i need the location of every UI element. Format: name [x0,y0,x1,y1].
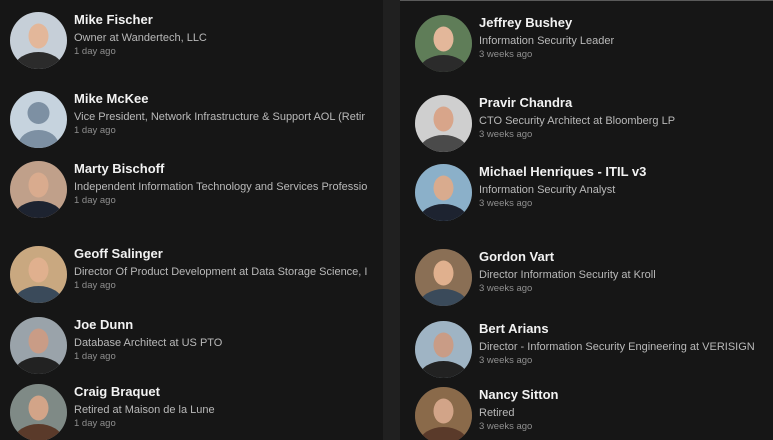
right-people-list: Jeffrey Bushey Information Security Leade… [400,0,773,440]
activity-timestamp: 1 day ago [74,280,116,291]
avatar[interactable] [10,246,67,303]
activity-timestamp: 1 day ago [74,418,116,429]
person-headline: Information Security Analyst [479,184,616,196]
person-info: Bert Arians Director - Information Securi… [479,321,773,367]
default-avatar-icon[interactable] [10,91,67,148]
avatar[interactable] [415,15,472,72]
person-headline: Owner at Wandertech, LLC [74,32,207,44]
person-headline: Retired at Maison de la Lune [74,404,215,416]
person-list-item[interactable]: Bert Arians Director - Information Securi… [400,321,773,391]
person-name[interactable]: Jeffrey Bushey [479,15,773,31]
activity-timestamp: 3 weeks ago [479,129,533,140]
avatar[interactable] [10,12,67,69]
person-headline: Director - Information Security Engineer… [479,341,755,353]
person-info: Jeffrey Bushey Information Security Leade… [479,15,773,61]
person-headline: CTO Security Architect at Bloomberg LP [479,115,676,127]
activity-timestamp: 1 day ago [74,195,116,206]
avatar[interactable] [415,164,472,221]
avatar[interactable] [415,95,472,152]
person-name[interactable]: Pravir Chandra [479,95,773,111]
person-headline: Database Architect at US PTO [74,337,223,349]
person-headline: Director Information Security at Kroll [479,269,656,281]
person-name[interactable]: Gordon Vart [479,249,773,265]
person-name[interactable]: Joe Dunn [74,317,383,333]
person-name[interactable]: Mike McKee [74,91,383,107]
person-list-item[interactable]: Gordon Vart Director Information Security… [400,249,773,319]
person-list-item[interactable]: Mike McKee Vice President, Network Infras… [0,91,383,161]
activity-timestamp: 1 day ago [74,46,116,57]
avatar[interactable] [415,387,472,440]
person-headline: Independent Information Technology and S… [74,181,368,193]
avatar[interactable] [415,249,472,306]
activity-timestamp: 3 weeks ago [479,355,533,366]
person-list-item[interactable]: Craig Braquet Retired at Maison de la Lun… [0,384,383,440]
person-info: Marty Bischoff Independent Information Te… [74,161,383,207]
person-name[interactable]: Michael Henriques - ITIL v3 [479,164,773,180]
person-info: Geoff Salinger Director Of Product Develo… [74,246,383,292]
person-list-item[interactable]: Nancy Sitton Retired 3 weeks ago [400,387,773,440]
person-list-item[interactable]: Mike Fischer Owner at Wandertech, LLC 1 da… [0,12,383,82]
person-info: Mike McKee Vice President, Network Infras… [74,91,383,137]
person-name[interactable]: Marty Bischoff [74,161,383,177]
activity-timestamp: 3 weeks ago [479,283,533,294]
avatar[interactable] [415,321,472,378]
person-headline: Information Security Leader [479,35,615,47]
column-divider [383,0,400,440]
person-list-item[interactable]: Michael Henriques - ITIL v3 Information S… [400,164,773,234]
person-name[interactable]: Bert Arians [479,321,773,337]
activity-timestamp: 3 weeks ago [479,49,533,60]
avatar[interactable] [10,161,67,218]
activity-timestamp: 3 weeks ago [479,421,533,432]
person-list-item[interactable]: Jeffrey Bushey Information Security Leade… [400,15,773,85]
person-info: Michael Henriques - ITIL v3 Information S… [479,164,773,210]
person-info: Joe Dunn Database Architect at US PTO 1 da… [74,317,383,363]
avatar[interactable] [10,384,67,440]
person-info: Mike Fischer Owner at Wandertech, LLC 1 da… [74,12,383,58]
person-list-item[interactable]: Joe Dunn Database Architect at US PTO 1 da… [0,317,383,387]
person-headline: Retired [479,407,515,419]
avatar[interactable] [10,317,67,374]
person-name[interactable]: Nancy Sitton [479,387,773,403]
person-info: Nancy Sitton Retired 3 weeks ago [479,387,773,433]
person-headline: Director Of Product Development at Data … [74,266,368,278]
person-name[interactable]: Geoff Salinger [74,246,383,262]
person-info: Craig Braquet Retired at Maison de la Lun… [74,384,383,430]
person-name[interactable]: Craig Braquet [74,384,383,400]
person-list-item[interactable]: Geoff Salinger Director Of Product Develo… [0,246,383,316]
person-list-item[interactable]: Pravir Chandra CTO Security Architect at … [400,95,773,165]
activity-timestamp: 3 weeks ago [479,198,533,209]
person-list-item[interactable]: Marty Bischoff Independent Information Te… [0,161,383,231]
person-info: Pravir Chandra CTO Security Architect at … [479,95,773,141]
person-headline: Vice President, Network Infrastructure &… [74,111,366,123]
person-name[interactable]: Mike Fischer [74,12,383,28]
activity-timestamp: 1 day ago [74,351,116,362]
activity-timestamp: 1 day ago [74,125,116,136]
left-people-list: Mike Fischer Owner at Wandertech, LLC 1 da… [0,0,383,440]
person-info: Gordon Vart Director Information Security… [479,249,773,295]
